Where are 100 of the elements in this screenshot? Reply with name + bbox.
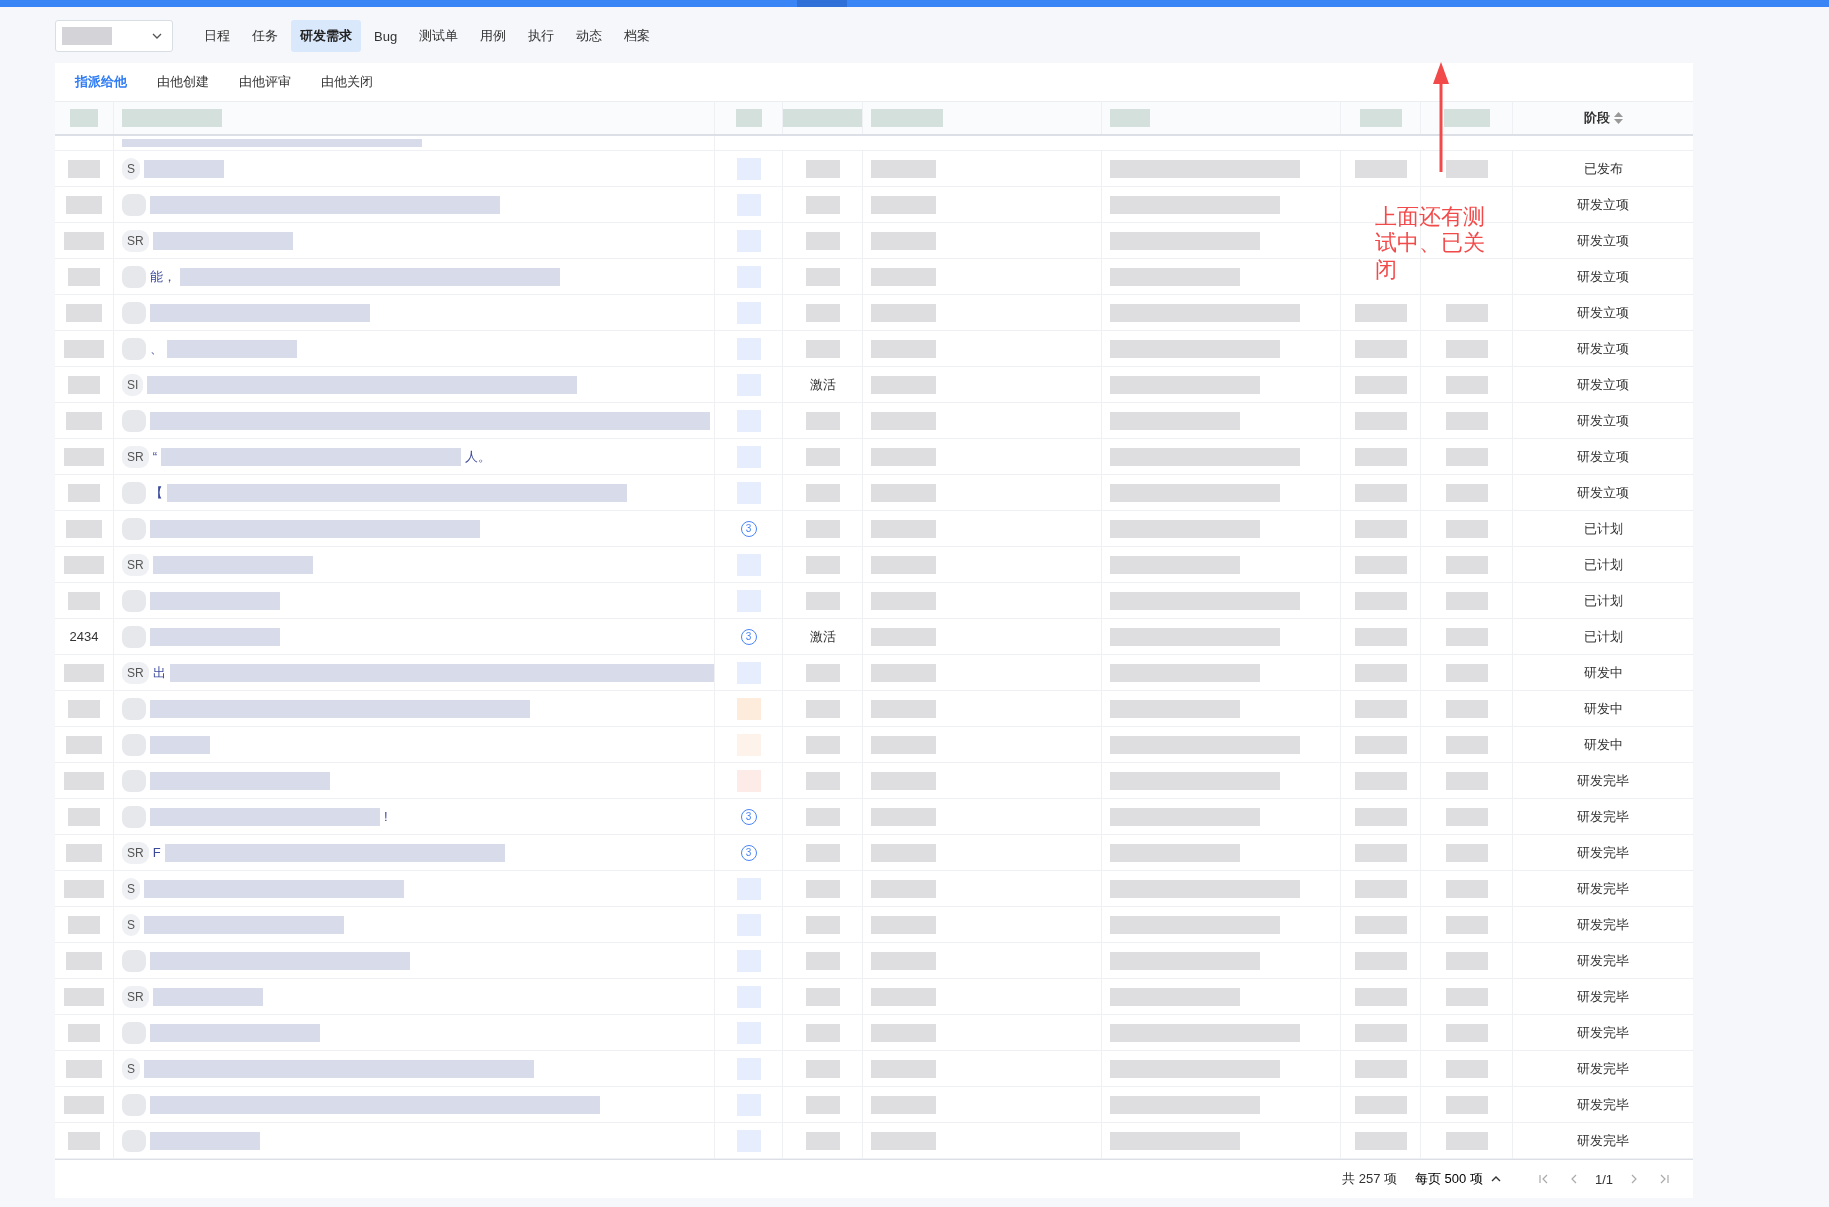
blurred-text <box>1354 663 1407 682</box>
nav-tab[interactable]: Bug <box>365 21 407 51</box>
blurred-text <box>1354 1095 1407 1114</box>
blurred-text <box>64 447 104 466</box>
blurred-text <box>1445 843 1488 862</box>
blurred-text <box>1445 375 1488 394</box>
blurred-text <box>66 735 102 754</box>
blurred-text <box>64 663 104 682</box>
sub-tab[interactable]: 由他创建 <box>143 67 223 97</box>
blurred-text <box>122 409 146 432</box>
blurred-text <box>70 109 98 127</box>
blurred-text <box>1354 627 1407 646</box>
stage-text: 研发立项 <box>1577 303 1629 322</box>
blurred-text <box>805 519 840 538</box>
nav-tab[interactable]: 动态 <box>567 20 612 52</box>
row-id: 2434 <box>69 629 99 644</box>
blurred-text <box>805 807 840 826</box>
blurred-text <box>805 159 840 178</box>
blurred-text <box>871 627 936 646</box>
blurred-text <box>66 195 102 214</box>
blurred-text <box>1445 555 1488 574</box>
blurred-text <box>68 699 100 718</box>
nav-tab[interactable]: 测试单 <box>410 20 468 52</box>
stage-text: 研发立项 <box>1577 195 1629 214</box>
page-size-dropdown[interactable]: 每页 500 项 <box>1409 1169 1507 1189</box>
blurred-text <box>122 265 146 288</box>
blurred-text <box>1445 879 1488 898</box>
blurred-text <box>805 915 840 934</box>
story-title[interactable]: 、 <box>150 339 163 358</box>
blurred-text <box>1445 159 1488 178</box>
type-tag: SR <box>122 985 149 1008</box>
status-text: 激活 <box>809 375 836 394</box>
blurred-text <box>805 411 840 430</box>
blurred-text <box>1445 699 1488 718</box>
blurred-text <box>1445 735 1488 754</box>
blurred-text <box>1354 591 1407 610</box>
sub-tab[interactable]: 由他评审 <box>225 67 305 97</box>
story-title[interactable]: F <box>152 845 161 860</box>
blurred-text <box>1445 807 1488 826</box>
blurred-text <box>871 987 936 1006</box>
stage-text: 研发立项 <box>1577 447 1629 466</box>
blurred-text <box>805 339 840 358</box>
nav-tab[interactable]: 执行 <box>519 20 564 52</box>
nav-tab[interactable]: 用例 <box>471 20 516 52</box>
stage-text: 研发完毕 <box>1577 987 1629 1006</box>
blurred-text <box>805 951 840 970</box>
blurred-text <box>871 339 936 358</box>
stage-text: 研发中 <box>1583 663 1623 682</box>
blurred-text <box>1445 663 1488 682</box>
blurred-text <box>1443 109 1490 127</box>
type-tag: S <box>122 1057 140 1080</box>
sub-tab[interactable]: 由他关闭 <box>307 67 387 97</box>
blurred-text <box>1445 447 1488 466</box>
blurred-text <box>871 159 936 178</box>
sub-tab[interactable]: 指派给他 <box>61 67 141 97</box>
blurred-text <box>871 663 936 682</box>
story-title[interactable]: ! <box>384 809 388 824</box>
blurred-text <box>805 735 840 754</box>
blurred-text <box>871 1023 936 1042</box>
sort-icon[interactable] <box>1613 112 1623 124</box>
blurred-text <box>805 555 840 574</box>
blurred-text <box>1445 987 1488 1006</box>
nav-tab[interactable]: 日程 <box>195 20 239 52</box>
total-count: 共 257 项 <box>1342 1170 1397 1188</box>
nav-tab[interactable]: 档案 <box>615 20 660 52</box>
nav-tab[interactable]: 任务 <box>243 20 287 52</box>
story-title[interactable]: 【 <box>150 483 163 502</box>
blurred-text <box>805 231 840 250</box>
blurred-text <box>122 949 146 972</box>
blurred-text <box>68 1131 100 1150</box>
blurred-text <box>122 517 146 540</box>
blurred-text <box>871 447 936 466</box>
blurred-text <box>1445 627 1488 646</box>
blurred-text <box>1354 159 1407 178</box>
blurred-text <box>805 483 840 502</box>
nav-tab[interactable]: 研发需求 <box>291 20 361 52</box>
blurred-text <box>122 769 146 792</box>
blurred-text <box>122 481 146 504</box>
story-title[interactable]: 出 <box>152 663 166 682</box>
blurred-text <box>66 303 102 322</box>
blurred-text <box>64 1095 104 1114</box>
annotation-text: 上面还有测试中、已关闭 <box>1375 204 1486 284</box>
story-title[interactable]: 能， <box>150 267 176 286</box>
story-title[interactable]: “ <box>152 449 157 464</box>
type-tag: SI <box>122 373 144 396</box>
blurred-text <box>871 109 943 127</box>
blurred-text <box>871 735 936 754</box>
column-header[interactable]: 阶段 <box>1583 109 1610 127</box>
blurred-text <box>805 1131 840 1150</box>
blurred-text <box>64 879 104 898</box>
stage-text: 研发完毕 <box>1577 915 1629 934</box>
blurred-text <box>64 555 104 574</box>
blurred-text <box>1354 951 1407 970</box>
blurred-text <box>122 1093 146 1116</box>
blurred-text <box>1354 411 1407 430</box>
product-selector[interactable] <box>55 20 173 52</box>
story-title[interactable]: 人。 <box>465 447 491 466</box>
blurred-text <box>1445 1059 1488 1078</box>
stage-text: 研发完毕 <box>1577 807 1629 826</box>
blurred-text <box>871 555 936 574</box>
